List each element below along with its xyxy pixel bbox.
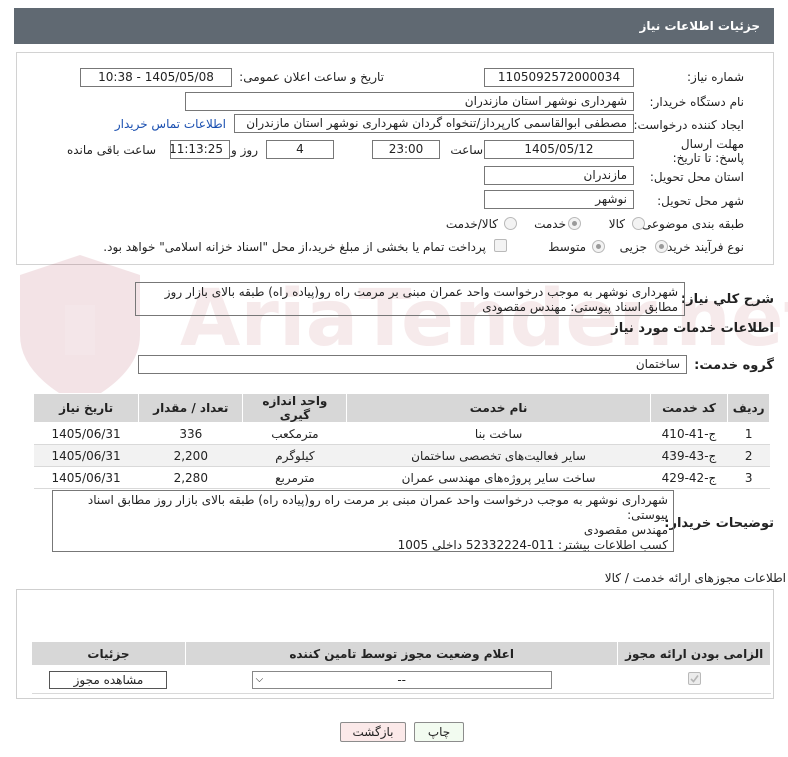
process-radio-minor[interactable] (655, 240, 668, 253)
chevron-down-icon: ⌵ (255, 673, 264, 685)
cell-qty: 2,200 (138, 444, 243, 467)
cell-unit: مترمکعب (242, 422, 347, 445)
col-permit-details: جزئیات (31, 641, 186, 666)
announce-datetime-field: 1405/05/08 - 10:38 (80, 68, 232, 87)
col-code: کد خدمت (649, 393, 729, 423)
buyer-notes-textarea[interactable]: شهرداری نوشهر به موجب درخواست واحد عمران… (52, 490, 674, 552)
process-radio-medium[interactable] (592, 240, 605, 253)
cell-name: سایر فعالیت‌های تخصصی ساختمان (346, 444, 651, 467)
table-row: 3 ج-42-429 ساخت سایر پروژه‌های مهندسی عم… (33, 466, 770, 489)
buyer-notes-line3: کسب اطلاعات بیشتر: 011-52332224 داخلی 10… (397, 538, 668, 552)
table-row: 1 ج-41-410 ساخت بنا مترمکعب 336 1405/06/… (33, 422, 770, 445)
cell-date: 1405/06/31 (33, 422, 139, 445)
cell-qty: 2,280 (138, 466, 243, 489)
requester-field: مصطفی ابوالقاسمی کارپرداز/تنخواه گردان ش… (234, 114, 634, 133)
table-row: -- ⌵ مشاهده مجوز (31, 665, 771, 694)
remaining-time-field: 11:13:25 (170, 140, 230, 159)
category-label: طبقه بندی موضوعی: (637, 217, 744, 231)
remaining-days-field: 4 (266, 140, 334, 159)
cell-code: ج-43-439 (650, 444, 728, 467)
category-radio-goods-service[interactable] (504, 217, 517, 230)
days-label: روز و (231, 143, 258, 157)
cell-date: 1405/06/31 (33, 444, 139, 467)
back-button[interactable]: بازگشت (340, 722, 406, 742)
permit-required-checkbox[interactable] (687, 671, 701, 685)
permits-title: اطلاعات مجوزهای ارائه خدمت / کالا (604, 571, 786, 585)
page-header: جزئیات اطلاعات نیاز (14, 8, 774, 44)
deadline-time-label: ساعت (450, 143, 483, 157)
summary-label: شرح کلي نياز: (680, 292, 774, 307)
treasury-checkbox[interactable] (494, 239, 507, 252)
cell-unit: مترمربع (242, 466, 347, 489)
buyer-notes-line1: شهرداری نوشهر به موجب درخواست واحد عمران… (87, 493, 668, 522)
col-row: ردیف (727, 393, 770, 423)
check-icon (690, 674, 699, 683)
service-group-field: ساختمان (138, 355, 687, 374)
category-radio-goods[interactable] (632, 217, 645, 230)
summary-textarea[interactable]: شهرداری نوشهر به موجب درخواست واحد عمران… (135, 282, 685, 316)
announce-datetime-label: تاریخ و ساعت اعلان عمومی: (239, 70, 384, 84)
buyer-contact-link[interactable]: اطلاعات تماس خریدار (115, 117, 226, 131)
city-field: نوشهر (484, 190, 634, 209)
cell-date: 1405/06/31 (33, 466, 139, 489)
buyer-org-field: شهرداری نوشهر استان مازندران (185, 92, 634, 111)
cell-name: ساخت سایر پروژه‌های مهندسی عمران (346, 466, 651, 489)
process-label: نوع فرآیند خرید : (659, 240, 744, 254)
services-title: اطلاعات خدمات مورد نیاز (611, 321, 774, 336)
cell-code: ج-42-429 (650, 466, 728, 489)
remaining-label: ساعت باقی مانده (66, 143, 156, 157)
deadline-date-field: 1405/05/12 (484, 140, 634, 159)
process-medium-label: متوسط (548, 240, 586, 254)
cell-qty: 336 (138, 422, 243, 445)
category-goods-service-label: کالا/خدمت (445, 217, 498, 231)
cell-code: ج-41-410 (650, 422, 728, 445)
need-number-label: شماره نیاز: (687, 70, 744, 84)
city-label: شهر محل تحویل: (657, 194, 744, 208)
permits-table: الزامی بودن ارائه مجوز اعلام وضعیت مجوز … (31, 641, 771, 694)
services-table: ردیف کد خدمت نام خدمت واحد اندازه گیری ت… (32, 393, 770, 489)
page-title: جزئیات اطلاعات نیاز (639, 19, 760, 33)
service-group-label: گروه خدمت: (694, 358, 774, 373)
province-label: استان محل تحویل: (649, 170, 744, 184)
province-field: مازندران (484, 166, 634, 185)
need-number-field: 1105092572000034 (484, 68, 634, 87)
cell-row: 3 (727, 466, 770, 489)
col-qty: تعداد / مقدار (138, 393, 244, 423)
requester-label: ایجاد کننده درخواست: (633, 118, 744, 132)
col-unit: واحد اندازه گیری (242, 393, 348, 423)
print-button[interactable]: چاپ (414, 722, 464, 742)
permit-status-select[interactable]: -- ⌵ (251, 670, 552, 689)
col-date: تاریخ نیاز (32, 393, 140, 423)
treasury-note: پرداخت تمام یا بخشی از مبلغ خرید،از محل … (103, 240, 486, 254)
cell-row: 2 (727, 444, 770, 467)
buyer-org-label: نام دستگاه خریدار: (649, 95, 745, 109)
permit-status-value: -- (397, 672, 406, 687)
col-permit-required: الزامی بودن ارائه مجوز (617, 641, 771, 666)
buyer-notes-line2: مهندس مقصودی (583, 523, 668, 537)
deadline-label: مهلت ارسال پاسخ: تا تاریخ: (672, 137, 744, 165)
process-minor-label: جزیی (619, 240, 647, 254)
cell-row: 1 (727, 422, 770, 445)
cell-name: ساخت بنا (346, 422, 651, 445)
col-permit-status: اعلام وضعیت مجوز توسط تامین کننده (184, 641, 619, 666)
col-name: نام خدمت (346, 393, 651, 423)
view-permit-button[interactable]: مشاهده مجوز (49, 670, 168, 689)
category-radio-service[interactable] (568, 217, 581, 230)
deadline-time-field: 23:00 (372, 140, 440, 159)
category-goods-label: کالا (608, 217, 625, 231)
cell-unit: کیلوگرم (242, 444, 347, 467)
buyer-notes-label: توضیحات خریدار: (664, 516, 774, 531)
category-service-label: خدمت (534, 217, 566, 231)
table-row: 2 ج-43-439 سایر فعالیت‌های تخصصی ساختمان… (33, 444, 770, 467)
